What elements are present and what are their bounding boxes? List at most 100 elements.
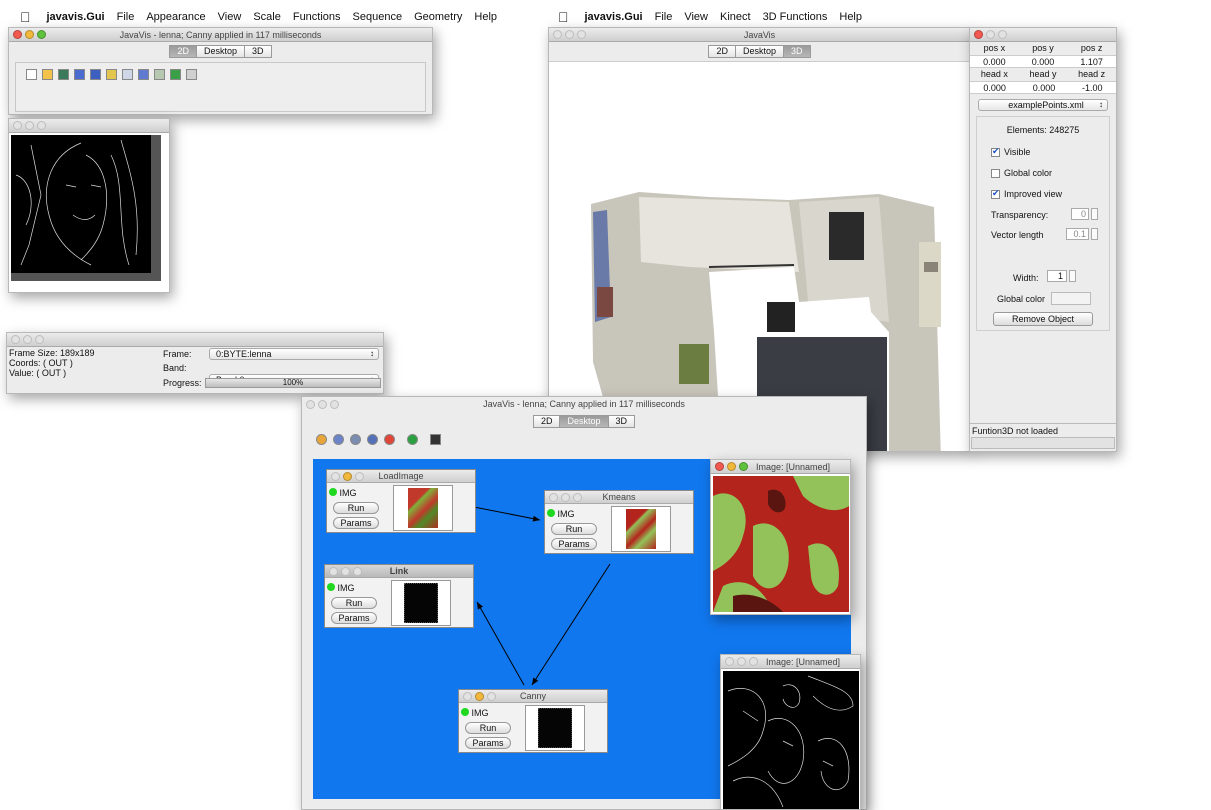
close-icon[interactable]	[725, 657, 734, 666]
menu-functions[interactable]: Functions	[293, 11, 341, 23]
title-bar[interactable]: JavaVis - lenna; Canny applied in 117 mi…	[9, 28, 432, 42]
transparency-input[interactable]: 0	[1071, 208, 1089, 220]
node-title-bar[interactable]: Kmeans	[545, 491, 693, 504]
minimize-icon[interactable]	[25, 121, 34, 130]
node-loadimage[interactable]: LoadImage IMG Run Params	[326, 469, 476, 533]
params-button[interactable]: Params	[333, 517, 379, 529]
play-icon[interactable]	[170, 69, 181, 80]
close-icon[interactable]	[715, 462, 724, 471]
camera-icon[interactable]	[58, 69, 69, 80]
menu-help[interactable]: Help	[474, 11, 497, 23]
minimize-icon[interactable]	[727, 462, 736, 471]
title-bar[interactable]: Image: [Unnamed]	[711, 460, 850, 474]
node-kmeans[interactable]: Kmeans IMG Run Params	[544, 490, 694, 554]
title-bar[interactable]: Image: [Unnamed]	[721, 655, 860, 669]
apple-icon[interactable]: 	[558, 9, 569, 25]
width-input[interactable]: 1	[1047, 270, 1067, 282]
minimize-icon[interactable]	[475, 691, 484, 701]
new-icon[interactable]	[26, 69, 37, 80]
menu-kinect[interactable]: Kinect	[720, 11, 751, 23]
value-pos-y[interactable]: 0.000	[1032, 56, 1055, 67]
params-button[interactable]: Params	[551, 538, 597, 550]
close-icon[interactable]	[463, 691, 472, 701]
vector-length-input[interactable]: 0.1	[1066, 228, 1089, 240]
minimize-icon[interactable]	[23, 335, 32, 344]
run-button[interactable]: Run	[551, 523, 597, 535]
improved-view-checkbox[interactable]	[991, 188, 1000, 200]
port-icon[interactable]	[547, 509, 555, 517]
close-icon[interactable]	[11, 335, 20, 344]
value-head-y[interactable]: 0.000	[1033, 82, 1056, 93]
minimize-icon[interactable]	[341, 566, 350, 576]
title-bar[interactable]	[9, 119, 169, 133]
menu-view[interactable]: View	[684, 11, 708, 23]
minimize-icon[interactable]	[25, 30, 34, 39]
node-link[interactable]: Link IMG Run Params	[324, 564, 474, 628]
menu-geometry[interactable]: Geometry	[414, 11, 462, 23]
node-title-bar[interactable]: Link	[325, 565, 473, 578]
remove-object-button[interactable]: Remove Object	[993, 312, 1093, 326]
minimize-icon[interactable]	[737, 657, 746, 666]
zoom-icon[interactable]	[739, 462, 748, 471]
width-stepper[interactable]	[1069, 270, 1076, 282]
chart-icon[interactable]	[138, 69, 149, 80]
file-select[interactable]: examplePoints.xml	[978, 99, 1108, 111]
apple-icon[interactable]: 	[20, 9, 31, 25]
tab-2d[interactable]: 2D	[169, 45, 197, 58]
menu-file[interactable]: File	[655, 11, 673, 23]
node-canny[interactable]: Canny IMG Run Params	[458, 689, 608, 753]
close-icon[interactable]	[974, 30, 983, 39]
zoom-icon[interactable]	[37, 121, 46, 130]
global-color-checkbox[interactable]	[991, 169, 1000, 179]
minimize-icon[interactable]	[561, 492, 570, 502]
menu-sequence[interactable]: Sequence	[353, 11, 403, 23]
params-button[interactable]: Params	[331, 612, 377, 624]
run-button[interactable]: Run	[465, 722, 511, 734]
menu-file[interactable]: File	[117, 11, 135, 23]
value-pos-x[interactable]: 0.000	[983, 56, 1006, 67]
save-as-icon[interactable]	[90, 69, 101, 80]
filter-icon[interactable]	[154, 69, 165, 80]
tab-3d[interactable]: 3D	[784, 45, 811, 58]
menu-3d-functions[interactable]: 3D Functions	[763, 11, 828, 23]
zoom-icon[interactable]	[573, 492, 582, 502]
minimize-icon[interactable]	[986, 30, 995, 39]
zoom-icon[interactable]	[577, 30, 586, 39]
value-head-x[interactable]: 0.000	[983, 82, 1006, 93]
zoom-icon[interactable]	[37, 30, 46, 39]
point-cloud-view[interactable]	[549, 62, 970, 452]
close-icon[interactable]	[553, 30, 562, 39]
minimize-icon[interactable]	[318, 399, 327, 409]
menu-app[interactable]: javavis.Gui	[585, 11, 643, 23]
zoom-icon[interactable]	[35, 335, 44, 344]
title-bar[interactable]: JavaVis	[549, 28, 970, 42]
close-icon[interactable]	[329, 566, 338, 576]
port-icon[interactable]	[461, 708, 469, 716]
value-pos-z[interactable]: 1.107	[1080, 56, 1103, 67]
run-button[interactable]: Run	[331, 597, 377, 609]
image-icon[interactable]	[106, 69, 117, 80]
port-icon[interactable]	[327, 583, 335, 591]
menu-scale[interactable]: Scale	[253, 11, 281, 23]
title-bar[interactable]	[7, 333, 383, 347]
minimize-icon[interactable]	[565, 30, 574, 39]
title-bar[interactable]	[970, 28, 1116, 42]
zoom-icon[interactable]	[487, 691, 496, 701]
node-title-bar[interactable]: Canny	[459, 690, 607, 703]
close-icon[interactable]	[331, 471, 340, 481]
zoom-icon[interactable]	[353, 566, 362, 576]
frame-select[interactable]: 0:BYTE:lenna	[209, 348, 379, 360]
menu-view[interactable]: View	[218, 11, 242, 23]
transparency-stepper[interactable]	[1091, 208, 1098, 220]
minimize-icon[interactable]	[343, 471, 352, 481]
port-icon[interactable]	[329, 488, 337, 496]
tab-desktop[interactable]: Desktop	[735, 45, 785, 58]
global-color-swatch[interactable]	[1051, 292, 1091, 305]
save-icon[interactable]	[74, 69, 85, 80]
close-icon[interactable]	[13, 30, 22, 39]
node-title-bar[interactable]: LoadImage	[327, 470, 475, 483]
close-icon[interactable]	[549, 492, 558, 502]
menu-appearance[interactable]: Appearance	[146, 11, 205, 23]
tab-3d[interactable]: 3D	[245, 45, 272, 58]
zoom-icon[interactable]	[749, 657, 758, 666]
